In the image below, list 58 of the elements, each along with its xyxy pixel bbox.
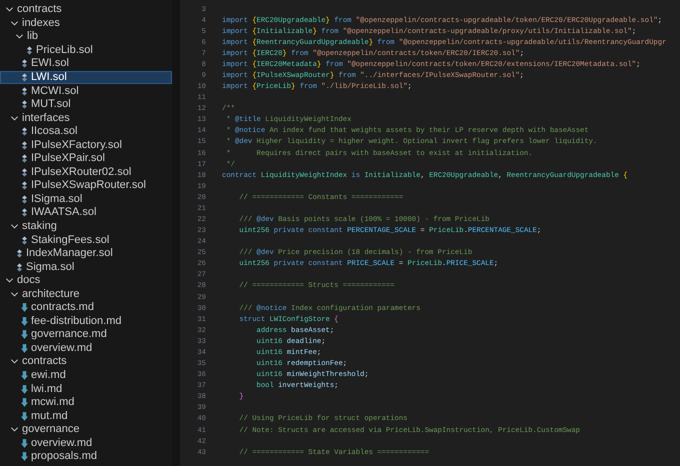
folder-item[interactable]: interfaces (0, 111, 172, 125)
folder-item[interactable]: docs (0, 274, 172, 288)
diamond-icon (22, 154, 26, 164)
diamond-icon (22, 127, 26, 136)
file-item[interactable]: fee-distribution.md (0, 314, 172, 328)
file-item[interactable]: PriceLib.sol (0, 44, 172, 58)
file-item[interactable]: governance.md (0, 328, 172, 342)
file-item[interactable]: proposals.md (0, 450, 172, 464)
diamond-icon (22, 86, 26, 96)
chevron-icon[interactable] (15, 32, 24, 42)
diamond-icon (22, 168, 26, 177)
file-item[interactable]: overview.md (0, 342, 172, 356)
diamond-icon (26, 46, 32, 55)
folder-item[interactable]: staking (0, 220, 172, 234)
chevron-icon[interactable] (10, 18, 19, 28)
chevron-icon[interactable] (5, 5, 14, 14)
file-item[interactable]: lwi.md (0, 382, 172, 396)
file-item[interactable]: mut.md (0, 409, 172, 423)
chevron-icon[interactable] (10, 222, 19, 232)
folder-item[interactable]: governance (0, 422, 172, 436)
folder-item[interactable]: lib (0, 30, 172, 44)
diamond-icon (16, 249, 22, 258)
file-item[interactable]: IIcosa.sol (0, 124, 172, 138)
file-item[interactable]: IPulseXRouter02.sol (0, 166, 172, 180)
diamond-icon (22, 236, 26, 245)
file-item[interactable]: EWI.sol (0, 57, 172, 71)
file-item[interactable]: IWAATSA.sol (0, 206, 172, 220)
file-item[interactable]: Sigma.sol (0, 260, 172, 274)
file-item[interactable]: contracts.md (0, 301, 172, 315)
file-item[interactable]: LWI.sol (0, 70, 172, 84)
file-item[interactable]: ISigma.sol (0, 192, 172, 206)
diamond-icon (22, 140, 26, 150)
folder-item[interactable]: contracts (0, 3, 172, 17)
folder-item[interactable]: indexes (0, 16, 172, 30)
file-item[interactable]: IPulseXPair.sol (0, 152, 172, 166)
diamond-icon (22, 59, 26, 68)
folder-item[interactable]: contracts (0, 355, 172, 369)
file-item[interactable]: StakingFees.sol (0, 233, 172, 247)
chevron-icon[interactable] (5, 276, 14, 286)
diamond-icon (22, 73, 26, 82)
chevron-icon[interactable] (10, 357, 19, 366)
diamond-icon (16, 262, 22, 272)
file-item[interactable]: overview.md (0, 436, 172, 450)
file-item[interactable]: IPulseXFactory.sol (0, 138, 172, 152)
file-item[interactable]: IPulseXSwapRouter.sol (0, 179, 172, 193)
file-item[interactable]: IndexManager.sol (0, 246, 172, 260)
file-item[interactable]: MCWI.sol (0, 84, 172, 98)
chevron-icon[interactable] (10, 425, 19, 434)
diamond-icon (22, 100, 26, 110)
file-item[interactable]: ewi.md (0, 368, 172, 382)
file-item[interactable]: mcwi.md (0, 396, 172, 410)
chevron-icon[interactable] (10, 114, 19, 123)
diamond-icon (22, 181, 26, 190)
diamond-icon (22, 208, 26, 218)
folder-item[interactable]: architecture (0, 287, 172, 302)
file-item[interactable]: MUT.sol (0, 98, 172, 112)
diamond-icon (22, 194, 26, 204)
chevron-icon[interactable] (10, 290, 19, 299)
